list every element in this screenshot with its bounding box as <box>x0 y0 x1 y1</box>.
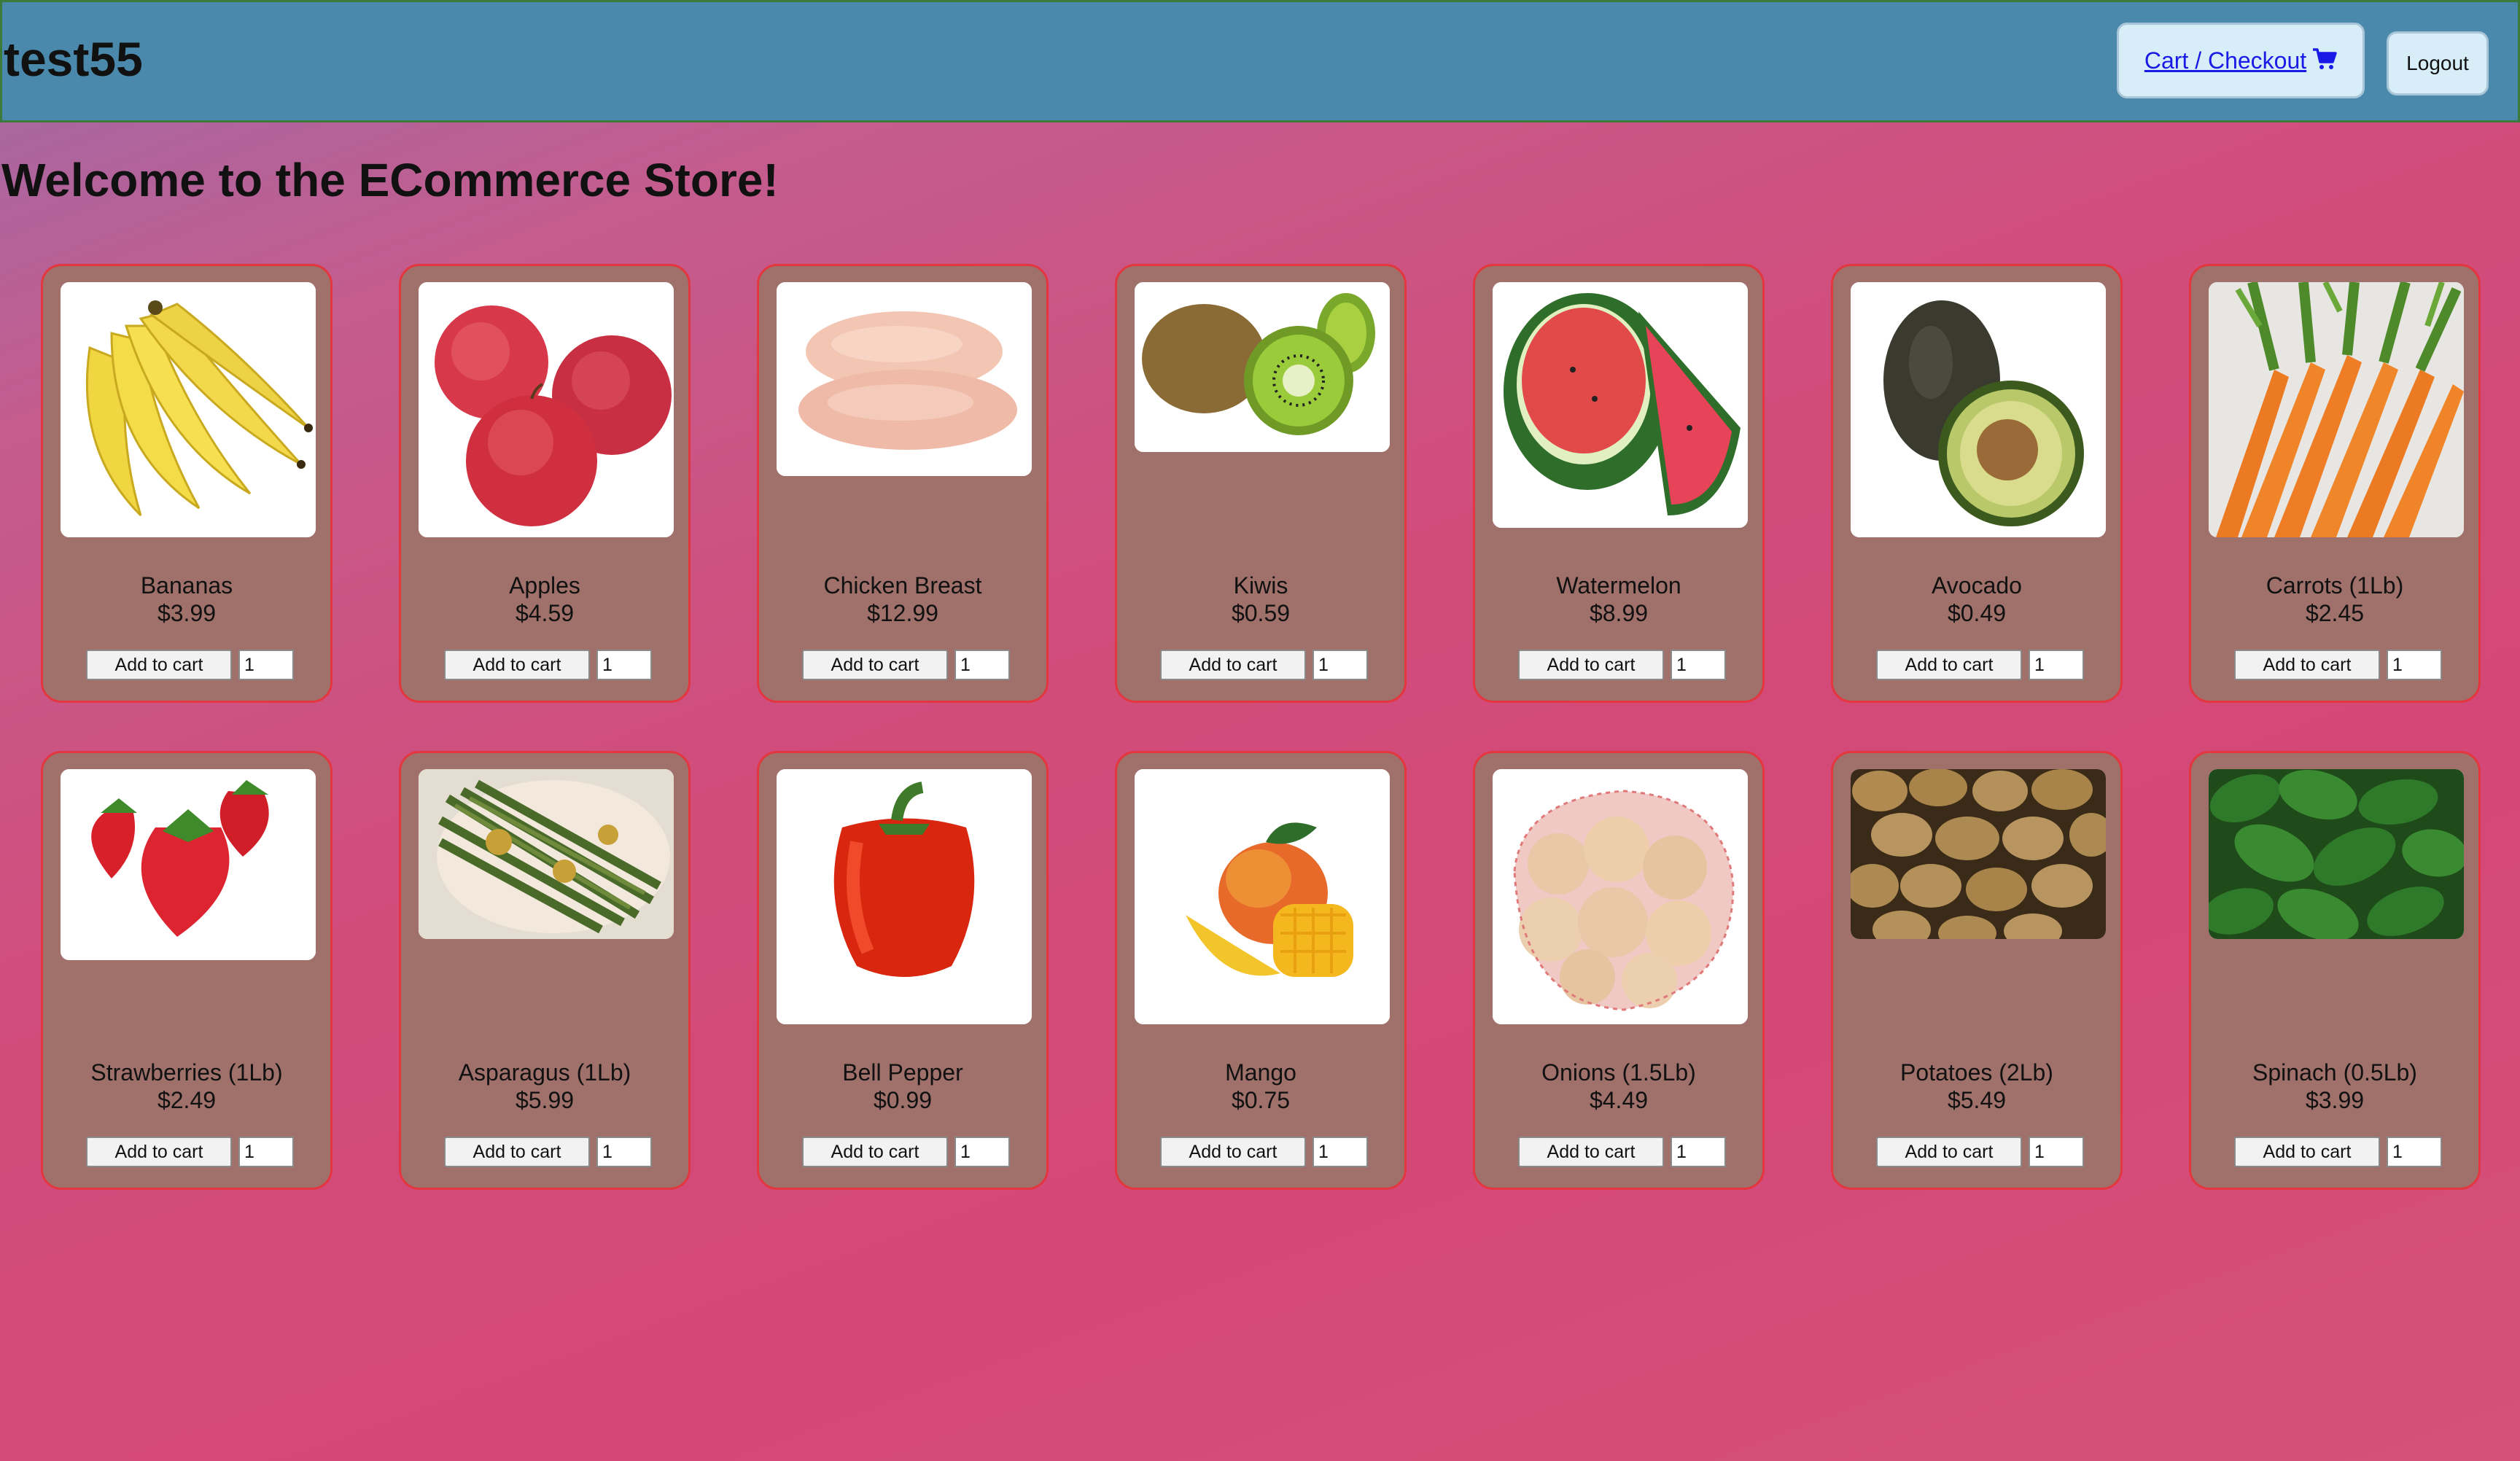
product-name: Potatoes (2Lb) <box>1900 1059 2053 1086</box>
spinach-image <box>2209 769 2464 939</box>
product-price: $3.99 <box>2305 1087 2365 1113</box>
product-price: $3.99 <box>157 600 217 626</box>
add-to-cart-button[interactable]: Add to cart <box>1876 650 2022 680</box>
product-name: Apples <box>509 572 580 599</box>
site-brand: test55 <box>4 32 143 86</box>
potatoes-image <box>1851 769 2106 939</box>
quantity-input[interactable] <box>954 1137 1010 1167</box>
product-card: Chicken Breast $12.99 Add to cart <box>757 264 1049 703</box>
product-price: $4.49 <box>1589 1087 1649 1113</box>
product-card: Onions (1.5Lb) $4.49 Add to cart <box>1473 751 1765 1190</box>
add-to-cart-button[interactable]: Add to cart <box>1160 1137 1306 1167</box>
add-to-cart-button[interactable]: Add to cart <box>86 1137 232 1167</box>
product-card: Asparagus (1Lb) $5.99 Add to cart <box>399 751 691 1190</box>
add-to-cart-button[interactable]: Add to cart <box>1518 1137 1664 1167</box>
quantity-input[interactable] <box>954 650 1010 680</box>
add-to-cart-button[interactable]: Add to cart <box>1518 650 1664 680</box>
product-name: Onions (1.5Lb) <box>1541 1059 1696 1086</box>
product-card: Apples $4.59 Add to cart <box>399 264 691 703</box>
product-price: $0.59 <box>1231 600 1291 626</box>
product-name: Carrots (1Lb) <box>2266 572 2404 599</box>
quantity-input[interactable] <box>1671 650 1726 680</box>
bananas-image <box>61 282 316 537</box>
quantity-input[interactable] <box>596 1137 652 1167</box>
add-to-cart-button[interactable]: Add to cart <box>86 650 232 680</box>
bell-pepper-image <box>777 769 1032 1024</box>
quantity-input[interactable] <box>2387 1137 2442 1167</box>
product-name: Spinach (0.5Lb) <box>2252 1059 2417 1086</box>
product-card: Bell Pepper $0.99 Add to cart <box>757 751 1049 1190</box>
product-name: Bananas <box>140 572 233 599</box>
quantity-input[interactable] <box>1312 1137 1368 1167</box>
add-to-cart-button[interactable]: Add to cart <box>802 650 948 680</box>
product-card: Bananas $3.99 Add to cart <box>41 264 332 703</box>
product-name: Asparagus (1Lb) <box>458 1059 631 1086</box>
product-card: Watermelon $8.99 Add to cart <box>1473 264 1765 703</box>
product-card: Strawberries (1Lb) $2.49 Add to cart <box>41 751 332 1190</box>
add-to-cart-button[interactable]: Add to cart <box>1160 650 1306 680</box>
product-price: $2.45 <box>2305 600 2365 626</box>
add-to-cart-button[interactable]: Add to cart <box>1876 1137 2022 1167</box>
quantity-input[interactable] <box>1312 650 1368 680</box>
watermelon-image <box>1493 282 1748 528</box>
product-price: $2.49 <box>157 1087 217 1113</box>
product-card: Spinach (0.5Lb) $3.99 Add to cart <box>2189 751 2481 1190</box>
quantity-input[interactable] <box>238 1137 294 1167</box>
cart-checkout-button[interactable]: Cart / Checkout <box>2117 23 2365 98</box>
product-name: Avocado <box>1932 572 2022 599</box>
product-name: Mango <box>1225 1059 1296 1086</box>
product-price: $12.99 <box>867 600 938 626</box>
carrots-image <box>2209 282 2464 537</box>
quantity-input[interactable] <box>2029 1137 2084 1167</box>
mango-image <box>1135 769 1390 1024</box>
asparagus-image <box>419 769 674 939</box>
product-price: $5.49 <box>1947 1087 2007 1113</box>
product-price: $0.49 <box>1947 600 2007 626</box>
product-price: $0.99 <box>873 1087 933 1113</box>
logout-button[interactable]: Logout <box>2387 31 2489 96</box>
product-card: Avocado $0.49 Add to cart <box>1831 264 2123 703</box>
chicken-breast-image <box>777 282 1032 476</box>
product-price: $5.99 <box>515 1087 575 1113</box>
add-to-cart-button[interactable]: Add to cart <box>2234 1137 2380 1167</box>
quantity-input[interactable] <box>2029 650 2084 680</box>
product-name: Strawberries (1Lb) <box>90 1059 283 1086</box>
product-card: Potatoes (2Lb) $5.49 Add to cart <box>1831 751 2123 1190</box>
add-to-cart-button[interactable]: Add to cart <box>444 650 590 680</box>
product-card: Mango $0.75 Add to cart <box>1115 751 1407 1190</box>
page-title: Welcome to the ECommerce Store! <box>1 154 779 206</box>
add-to-cart-button[interactable]: Add to cart <box>444 1137 590 1167</box>
apples-image <box>419 282 674 537</box>
add-to-cart-button[interactable]: Add to cart <box>802 1137 948 1167</box>
product-price: $4.59 <box>515 600 575 626</box>
product-name: Watermelon <box>1556 572 1681 599</box>
product-name: Chicken Breast <box>823 572 982 599</box>
product-price: $8.99 <box>1589 600 1649 626</box>
add-to-cart-button[interactable]: Add to cart <box>2234 650 2380 680</box>
quantity-input[interactable] <box>596 650 652 680</box>
product-card: Kiwis $0.59 Add to cart <box>1115 264 1407 703</box>
avocado-image <box>1851 282 2106 537</box>
cart-checkout-label[interactable]: Cart / Checkout <box>2144 47 2306 74</box>
strawberries-image <box>61 769 316 960</box>
product-grid: Bananas $3.99 Add to cart Apples $4.59 A… <box>41 264 2481 1190</box>
product-name: Bell Pepper <box>842 1059 963 1086</box>
quantity-input[interactable] <box>238 650 294 680</box>
onions-image <box>1493 769 1748 1024</box>
product-price: $0.75 <box>1231 1087 1291 1113</box>
product-name: Kiwis <box>1233 572 1288 599</box>
product-card: Carrots (1Lb) $2.45 Add to cart <box>2189 264 2481 703</box>
top-navbar: test55 Cart / Checkout Logout <box>0 0 2520 122</box>
quantity-input[interactable] <box>2387 650 2442 680</box>
quantity-input[interactable] <box>1671 1137 1726 1167</box>
kiwis-image <box>1135 282 1390 452</box>
shopping-cart-icon <box>2312 47 2337 74</box>
